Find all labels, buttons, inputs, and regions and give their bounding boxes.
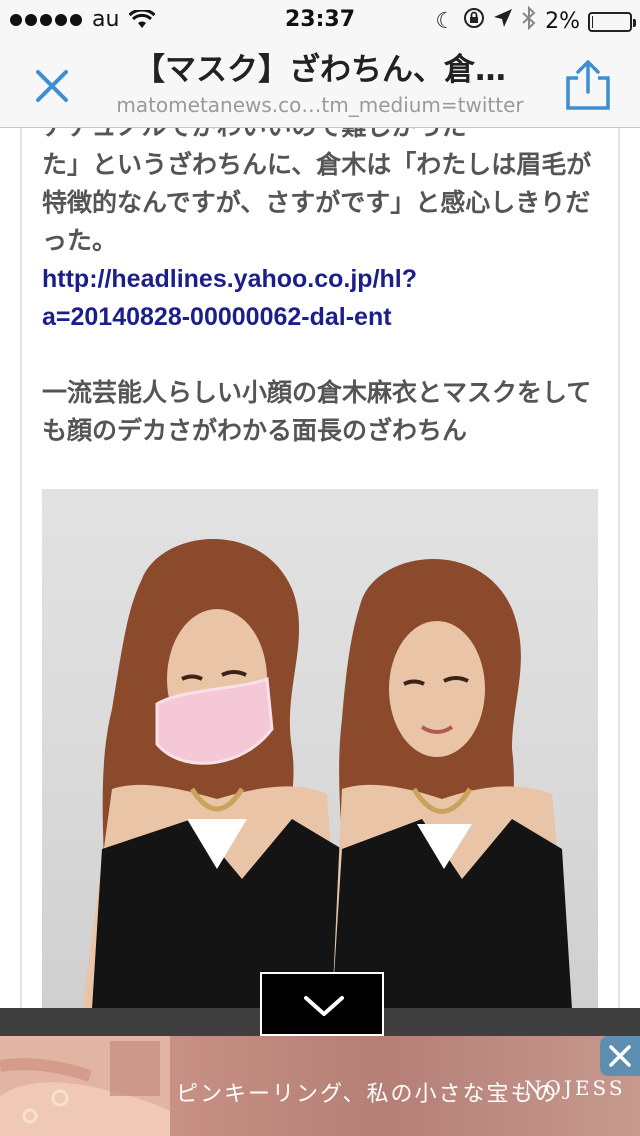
page-url[interactable]: matometanews.co…tm_medium=twitter — [96, 92, 544, 118]
article-link-line1[interactable]: http://headlines.yahoo.co.jp/hl? — [42, 265, 417, 293]
share-button[interactable] — [562, 56, 614, 114]
expand-button[interactable] — [260, 972, 384, 1036]
chevron-down-icon — [304, 996, 344, 1016]
close-button[interactable] — [26, 60, 78, 112]
battery-icon — [588, 12, 636, 32]
page-title: 【マスク】ざわちん、倉… — [134, 52, 506, 88]
share-icon — [566, 60, 610, 110]
photo-image[interactable] — [42, 489, 598, 1008]
close-icon — [609, 1045, 631, 1067]
article-cut-line: アナュノルでかわいいので難しかった — [42, 128, 602, 146]
rotation-lock-icon — [463, 7, 485, 37]
ad-text: ピンキーリング、私の小さな宝もの — [176, 1082, 559, 1107]
article-link-line2[interactable]: a=20140828-00000062-dal-ent — [42, 303, 392, 331]
close-icon — [36, 70, 68, 102]
battery-percent: 2% — [545, 9, 580, 34]
ad-banner[interactable]: ピンキーリング、私の小さな宝もの NOJESS — [0, 1036, 640, 1136]
article-content[interactable]: アナュノルでかわいいので難しかった た」というざわちんに、倉木は「わたしは眉毛が… — [20, 128, 620, 1008]
moon-icon: ☾ — [435, 9, 456, 34]
location-arrow-icon — [493, 8, 513, 36]
ad-hand-image — [0, 1036, 170, 1136]
ad-brand: NOJESS — [524, 1076, 626, 1100]
ad-close-button[interactable] — [600, 1036, 640, 1076]
article-body: アナュノルでかわいいので難しかった た」というざわちんに、倉木は「わたしは眉毛が… — [42, 128, 602, 450]
status-bar: au 23:37 ☾ 2% — [0, 0, 640, 40]
photo-illustration — [82, 539, 572, 1008]
photo-caption: 一流芸能人らしい小顔の倉木麻衣とマスクをしても顔のデカさがわかる面長のざわちん — [42, 378, 592, 445]
article-paragraph: た」というざわちんに、倉木は「わたしは眉毛が特徴的なんですが、さすがです」と感心… — [42, 150, 592, 255]
nav-bar: 【マスク】ざわちん、倉… matometanews.co…tm_medium=t… — [0, 40, 640, 128]
bluetooth-icon — [521, 5, 537, 38]
